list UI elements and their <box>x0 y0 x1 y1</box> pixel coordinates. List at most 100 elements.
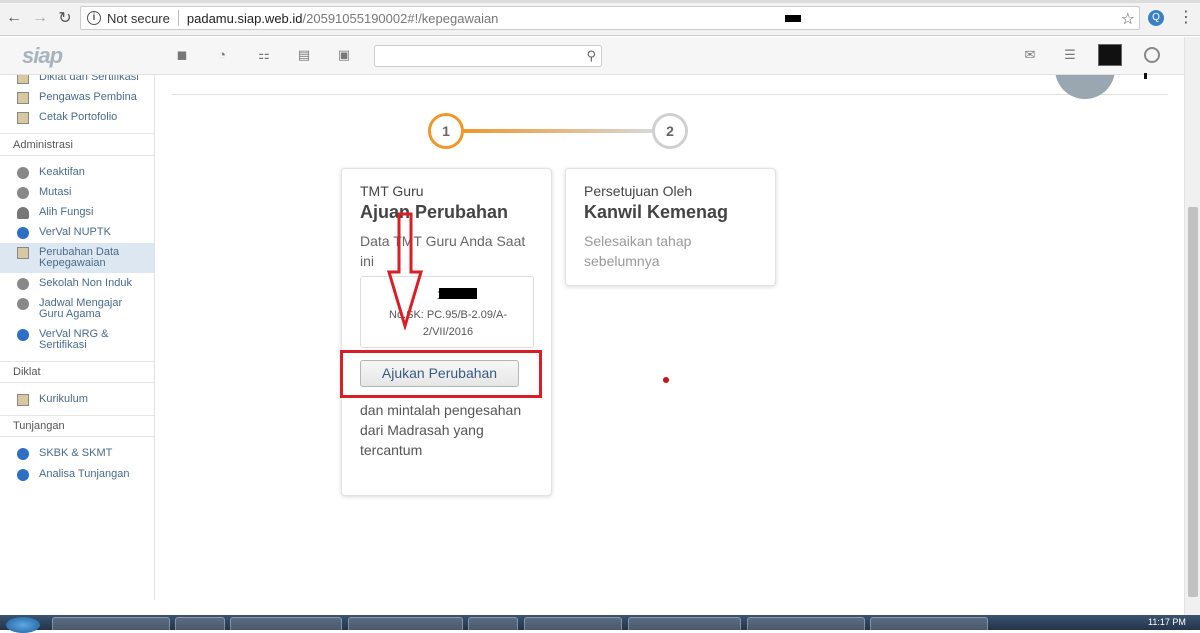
sidebar-item-cetak-portofolio[interactable]: Cetak Portofolio <box>17 112 117 124</box>
reload-icon[interactable]: ↻ <box>55 8 75 28</box>
sidebar-divider <box>0 133 154 134</box>
sidebar-divider <box>0 155 154 156</box>
redaction-mark <box>439 288 477 299</box>
url-path: /20591055190002#!/kepegawaian <box>302 10 499 26</box>
sitemap-icon[interactable]: ⚏ <box>256 47 272 63</box>
taskbar-app-8[interactable] <box>747 617 865 630</box>
stepper-progress-line <box>462 129 654 133</box>
cube-icon[interactable]: ◼ <box>174 47 190 63</box>
taskbar-app-6[interactable] <box>524 617 622 630</box>
content-divider <box>172 94 1168 95</box>
sidebar-item-label: SKBK & SKMT <box>39 447 113 459</box>
mail-icon[interactable]: ✉ <box>1022 47 1038 63</box>
sidebar-item-label: Perubahan Data Kepegawaian <box>39 246 120 269</box>
card-subtitle: TMT Guru <box>360 183 424 199</box>
step-2-card: Persetujuan Oleh Kanwil Kemenag Selesaik… <box>565 168 776 286</box>
sidebar-item-label: Kurikulum <box>39 393 88 405</box>
sidebar-item-mutasi[interactable]: Mutasi <box>17 187 71 199</box>
taskbar-app-5[interactable] <box>468 617 518 630</box>
bookmark-star-icon[interactable]: ☆ <box>1121 9 1135 29</box>
info-icon[interactable]: i <box>87 11 101 25</box>
browser-toolbar: ← → ↻ i Not secure padamu.siap.web.id/20… <box>0 0 1200 36</box>
sidebar-item-pengawas-pembina[interactable]: Pengawas Pembina <box>17 92 137 104</box>
card-subtitle: Persetujuan Oleh <box>584 183 693 199</box>
taskbar-app-9[interactable] <box>870 617 988 630</box>
sidebar-item-skbk-skmt[interactable]: SKBK & SKMT <box>17 448 112 460</box>
sidebar-item-sekolah-non-induk[interactable]: Sekolah Non Induk <box>17 278 132 290</box>
app-toolbar: siap ◼ ◔ ⚏ ▤ ▣ ⚲ ✉ ☰ <box>0 37 1184 75</box>
list-icon[interactable]: ☰ <box>1062 47 1078 63</box>
forward-icon[interactable]: → <box>30 8 50 28</box>
taskbar-app-4[interactable] <box>348 617 463 630</box>
redaction-mark <box>785 15 801 22</box>
address-bar[interactable]: i Not secure padamu.siap.web.id/20591055… <box>80 6 1140 30</box>
redaction-mark <box>1144 73 1147 79</box>
step-1-card: TMT Guru Ajuan Perubahan Data TMT Guru A… <box>341 168 552 496</box>
search-input[interactable]: ⚲ <box>374 45 602 67</box>
scrollbar-thumb[interactable] <box>1188 207 1198 597</box>
back-icon[interactable]: ← <box>4 8 24 28</box>
sidebar-item-label: VerVal NRG & Sertifikasi <box>39 328 109 351</box>
sidebar-section-administrasi: Administrasi <box>13 139 73 151</box>
card-description: Selesaikan tahap sebelumnya <box>584 233 692 269</box>
taskbar-app-2[interactable] <box>175 617 225 630</box>
sidebar-item-label: Pengawas Pembina <box>39 91 137 103</box>
avatar[interactable] <box>1098 44 1122 66</box>
sidebar-item-label: VerVal NUPTK <box>39 226 111 238</box>
security-label: Not secure <box>107 10 170 26</box>
rss-icon[interactable]: ◔ <box>214 47 230 63</box>
sidebar-item-perubahan-data-kepegawaian[interactable]: Perubahan Data Kepegawaian <box>17 247 137 269</box>
taskbar-app-3[interactable] <box>230 617 342 630</box>
address-separator <box>177 10 179 26</box>
card-title: Kanwil Kemenag <box>584 202 729 222</box>
step-1-indicator: 1 <box>428 113 464 149</box>
taskbar-app-1[interactable] <box>52 617 170 630</box>
app-logo[interactable]: siap <box>22 43 63 69</box>
cursor-dot <box>663 377 669 383</box>
sidebar-item-alih-fungsi[interactable]: Alih Fungsi <box>17 207 93 219</box>
start-button[interactable] <box>6 617 40 633</box>
document-icon <box>17 75 29 84</box>
id-card-icon[interactable]: ▣ <box>336 47 352 63</box>
sidebar-item-diklat-sertifikasi[interactable]: Diklat dan Sertifikasi <box>17 75 139 84</box>
sidebar-item-label: Analisa Tunjangan <box>39 468 130 480</box>
sidebar-item-kurikulum[interactable]: Kurikulum <box>17 394 88 406</box>
sidebar: Diklat dan Sertifikasi Pengawas Pembina … <box>0 75 155 600</box>
red-arrow-annotation <box>386 212 424 330</box>
sidebar-item-verval-nrg[interactable]: VerVal NRG & Sertifikasi <box>17 329 137 351</box>
gear-icon <box>17 167 29 179</box>
page-scrollbar[interactable] <box>1184 37 1200 615</box>
sidebar-divider <box>0 361 154 362</box>
document-icon <box>17 247 29 259</box>
document-icon <box>17 92 29 104</box>
tab-strip <box>0 0 1200 3</box>
taskbar-app-7[interactable] <box>628 617 741 630</box>
sidebar-item-jadwal-mengajar[interactable]: Jadwal Mengajar Guru Agama <box>17 298 137 320</box>
info-icon <box>17 469 29 481</box>
sidebar-item-label: Cetak Portofolio <box>39 111 118 123</box>
sidebar-section-tunjangan: Tunjangan <box>13 420 65 432</box>
search-icon[interactable]: ⚲ <box>586 48 596 64</box>
person-icon <box>17 207 29 219</box>
sidebar-item-label: Diklat dan Sertifikasi <box>39 75 139 83</box>
extension-icon[interactable]: Q <box>1148 10 1164 26</box>
taskbar-clock: 11:17 PM <box>1148 617 1186 627</box>
gear-icon <box>17 298 29 310</box>
globe-icon <box>1055 75 1115 99</box>
document-icon <box>17 394 29 406</box>
sidebar-item-label: Sekolah Non Induk <box>39 277 132 289</box>
sidebar-item-label: Jadwal Mengajar Guru Agama <box>39 297 123 320</box>
info-icon <box>17 329 29 341</box>
sidebar-divider <box>0 415 154 416</box>
sidebar-divider <box>0 436 154 437</box>
gear-icon <box>17 278 29 290</box>
sidebar-item-analisa-tunjangan[interactable]: Analisa Tunjangan <box>17 469 130 481</box>
power-icon[interactable] <box>1144 47 1160 63</box>
sidebar-item-keaktifan[interactable]: Keaktifan <box>17 167 85 179</box>
sidebar-item-label: Keaktifan <box>39 166 85 178</box>
list-document-icon[interactable]: ▤ <box>296 47 312 63</box>
highlight-box-annotation <box>340 350 542 398</box>
sidebar-item-label: Alih Fungsi <box>39 206 94 218</box>
browser-menu-icon[interactable]: ⋮ <box>1178 8 1194 28</box>
sidebar-item-verval-nuptk[interactable]: VerVal NUPTK <box>17 227 111 239</box>
